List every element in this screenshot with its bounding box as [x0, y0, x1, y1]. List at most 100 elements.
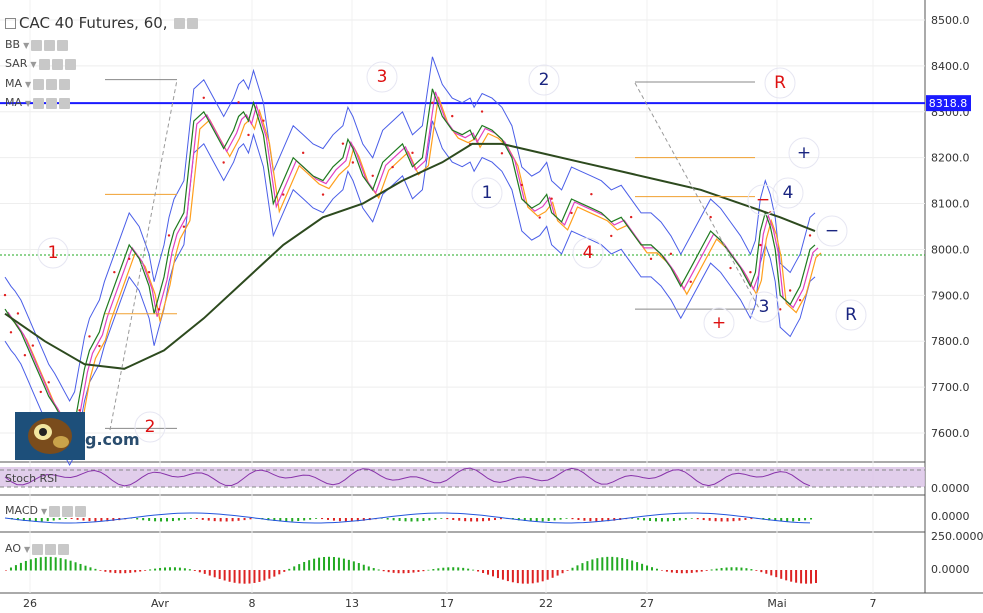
ao-bar: [795, 570, 798, 583]
ao-bar: [99, 570, 102, 571]
gear-icon[interactable]: [44, 39, 56, 51]
ao-bar: [760, 570, 763, 573]
eye-icon[interactable]: [32, 543, 44, 555]
ao-bar: [164, 567, 167, 571]
ao-bar: [770, 570, 773, 576]
wave-label[interactable]: 2: [145, 417, 156, 437]
chevron-down-icon[interactable]: ▼: [23, 41, 29, 50]
close-icon[interactable]: [57, 39, 69, 51]
macd-histogram-bar: [649, 518, 652, 521]
wave-label[interactable]: 4: [583, 243, 594, 263]
sar-dot: [538, 216, 541, 219]
close-icon[interactable]: [64, 58, 76, 70]
wave-label[interactable]: 3: [377, 67, 388, 87]
macd-label[interactable]: MACD ▼: [5, 504, 87, 517]
macd-histogram-bar: [589, 518, 592, 522]
wave-label[interactable]: −: [825, 221, 839, 241]
gear-icon[interactable]: [187, 18, 199, 29]
macd-histogram-bar: [547, 518, 550, 521]
macd-histogram-bar: [142, 518, 145, 521]
chevron-down-icon[interactable]: ▼: [25, 99, 31, 108]
panel-tick-label: 0.0000: [931, 482, 970, 495]
macd-histogram-bar: [332, 518, 335, 521]
x-tick-label: 26: [23, 597, 37, 610]
chevron-down-icon[interactable]: ▼: [24, 545, 30, 554]
sar-dot: [147, 270, 151, 274]
macd-histogram-bar: [207, 518, 210, 521]
ao-bar: [551, 570, 554, 578]
wave-label[interactable]: 1: [48, 243, 59, 263]
macd-histogram-bar: [476, 518, 479, 522]
macd-histogram-bar: [792, 518, 795, 522]
stoch-rsi-label[interactable]: Stoch RSI: [5, 472, 57, 485]
ao-bar: [223, 570, 226, 581]
wave-label[interactable]: R: [845, 305, 857, 325]
price-chart[interactable]: 12341234RR++−− 8500.08400.08300.08200.08…: [0, 0, 983, 613]
gear-icon[interactable]: [46, 78, 58, 90]
ao-bar: [626, 559, 629, 571]
logo-text: g.com: [85, 430, 140, 449]
eye-icon[interactable]: [49, 505, 61, 517]
eye-icon[interactable]: [38, 58, 50, 70]
ao-bar: [79, 563, 82, 571]
eye-icon[interactable]: [31, 39, 43, 51]
ao-label[interactable]: AO ▼: [5, 542, 70, 555]
macd-histogram-bar: [327, 518, 330, 520]
chevron-down-icon[interactable]: ▼: [30, 60, 36, 69]
macd-histogram-bar: [595, 518, 598, 522]
macd-histogram-bar: [565, 518, 568, 519]
sar-dot: [749, 270, 752, 274]
wave-label[interactable]: −: [756, 190, 770, 210]
ao-bar: [328, 556, 331, 571]
ao-bar: [745, 568, 748, 571]
macd-histogram-bar: [213, 518, 216, 522]
macd-histogram-bar: [344, 518, 347, 522]
macd-histogram-bar: [726, 518, 729, 522]
wave-label[interactable]: 3: [759, 297, 770, 317]
chevron-down-icon[interactable]: ▼: [25, 80, 31, 89]
gear-icon[interactable]: [45, 543, 57, 555]
ao-bar: [665, 570, 668, 572]
macd-histogram-bar: [422, 518, 425, 522]
gear-icon[interactable]: [46, 97, 58, 109]
sar-dot: [759, 243, 762, 247]
sar-dot: [31, 344, 35, 347]
eye-icon[interactable]: [33, 97, 45, 109]
wave-label[interactable]: +: [712, 313, 726, 333]
ao-bar: [243, 570, 246, 584]
collapse-checkbox[interactable]: [5, 18, 16, 29]
macd-histogram-bar: [189, 518, 192, 519]
indicator-row-2[interactable]: MA ▼: [5, 77, 71, 90]
ao-bar: [725, 567, 728, 571]
sar-dot: [729, 266, 732, 270]
gear-icon[interactable]: [51, 58, 63, 70]
wave-label[interactable]: 1: [482, 183, 493, 203]
wave-label[interactable]: 2: [539, 70, 550, 90]
ao-bar: [447, 567, 450, 571]
x-tick-label: 7: [870, 597, 877, 610]
ao-bar: [238, 570, 241, 584]
wave-label[interactable]: R: [774, 73, 786, 93]
ao-bar: [516, 570, 519, 584]
close-icon[interactable]: [59, 97, 71, 109]
ao-bar: [675, 570, 678, 574]
eye-icon[interactable]: [174, 18, 186, 29]
close-icon[interactable]: [59, 78, 71, 90]
gear-icon[interactable]: [62, 505, 74, 517]
macd-histogram-bar: [40, 518, 43, 522]
ao-bar: [422, 570, 425, 572]
macd-histogram-bar: [804, 518, 807, 521]
wave-label[interactable]: +: [797, 143, 811, 163]
wave-label[interactable]: 4: [783, 183, 794, 203]
close-icon[interactable]: [75, 505, 87, 517]
macd-histogram-bar: [315, 518, 318, 519]
indicator-row-0[interactable]: BB ▼: [5, 38, 69, 51]
eye-icon[interactable]: [33, 78, 45, 90]
ao-bar: [581, 563, 584, 571]
close-icon[interactable]: [58, 543, 70, 555]
indicator-row-3[interactable]: MA ▼: [5, 96, 71, 109]
x-tick-label: 17: [440, 597, 454, 610]
macd-histogram-bar: [338, 518, 341, 522]
indicator-row-1[interactable]: SAR ▼: [5, 57, 76, 70]
chevron-down-icon[interactable]: ▼: [41, 507, 47, 516]
